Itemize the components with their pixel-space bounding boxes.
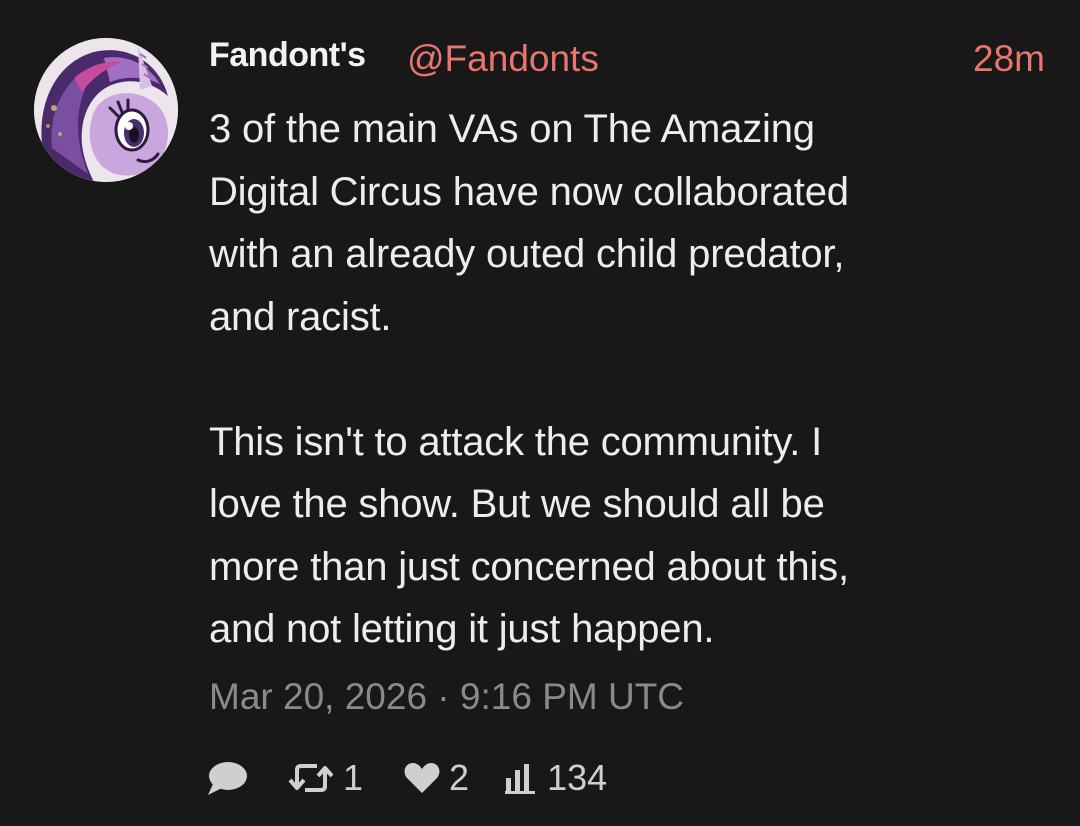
tweet-actions: 1 2 134: [205, 752, 607, 804]
tweet-paragraph: 3 of the main VAs on The Amazing Digital…: [209, 98, 1049, 348]
retweet-button[interactable]: 1: [287, 757, 363, 799]
tweet-line: with an already outed child predator,: [209, 232, 845, 276]
tweet-content: Fandont's @Fandonts 28m 3 of the main VA…: [209, 30, 1049, 661]
tweet-body: 3 of the main VAs on The Amazing Digital…: [209, 98, 1049, 661]
pony-avatar-icon: [34, 38, 178, 182]
retweet-icon: [287, 758, 335, 798]
comment-icon: [205, 758, 249, 798]
tweet-line: and racist.: [209, 294, 392, 339]
tweet-timestamp[interactable]: Mar 20, 2026 · 9:16 PM UTC: [209, 676, 684, 718]
tweet-time-ago[interactable]: 28m: [973, 38, 1045, 80]
author-display-name[interactable]: Fandont's: [209, 36, 366, 75]
tweet-line: and not letting it just happen.: [209, 607, 715, 651]
tweet-line: Digital Circus have now collaborated: [209, 169, 849, 214]
tweet-line: love the show. But we should all be: [209, 482, 825, 526]
tweet-paragraph: This isn't to attack the community. I lo…: [209, 411, 1049, 661]
avatar[interactable]: [34, 38, 178, 182]
tweet-line: 3 of the main VAs on The Amazing: [209, 107, 815, 151]
tweet-header: Fandont's @Fandonts 28m: [209, 30, 1049, 88]
like-count: 2: [449, 757, 470, 798]
tweet-line: more than just concerned about this,: [209, 544, 849, 589]
tweet-line: This isn't to attack the community. I: [209, 419, 823, 464]
bar-chart-icon: [503, 760, 539, 796]
author-handle[interactable]: @Fandonts: [407, 38, 599, 80]
reply-button[interactable]: [205, 758, 257, 798]
like-button[interactable]: 2: [403, 757, 469, 799]
tweet-card: Fandont's @Fandonts 28m 3 of the main VA…: [0, 0, 1080, 826]
heart-icon: [403, 760, 441, 796]
views-button[interactable]: 134: [503, 757, 607, 799]
views-count: 134: [547, 757, 608, 798]
retweet-count: 1: [343, 757, 364, 798]
